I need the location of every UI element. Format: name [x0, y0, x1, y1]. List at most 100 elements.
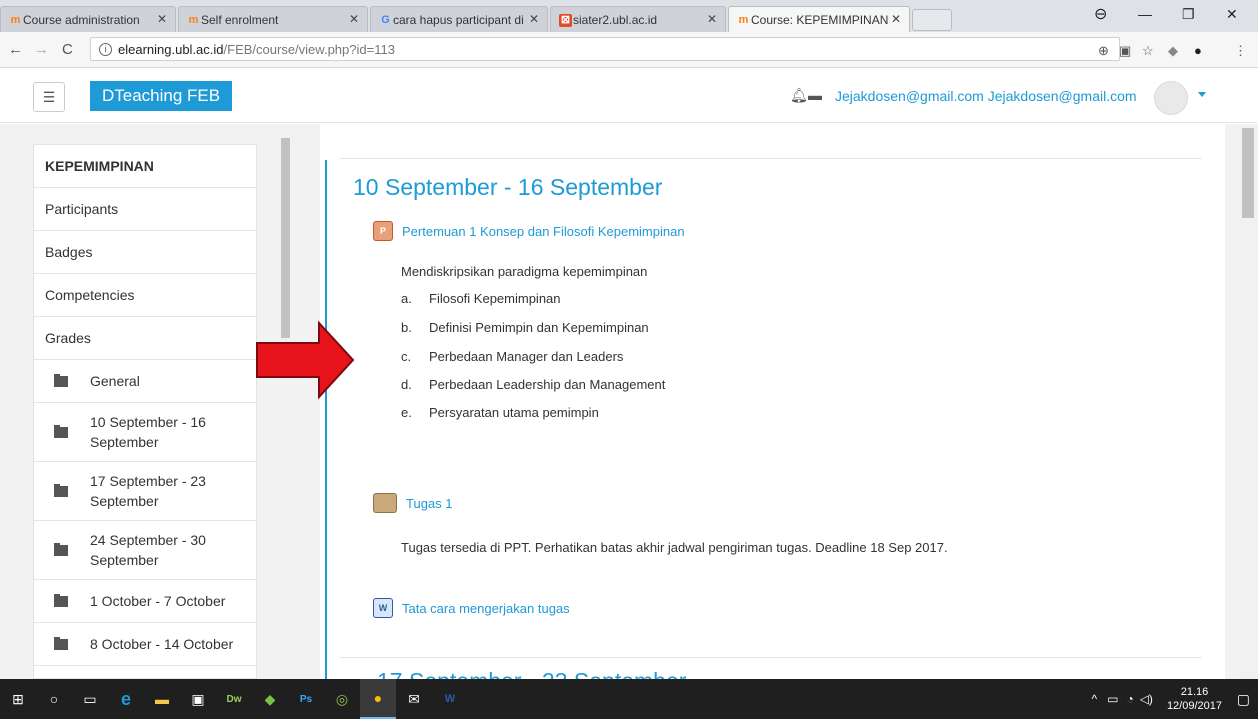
drawer-scrollbar-thumb[interactable] [281, 138, 290, 338]
activity-link[interactable]: Tata cara mengerjakan tugas [402, 601, 570, 616]
restore-icon[interactable]: ❐ [1182, 6, 1195, 23]
tab-course-kepemimpinan[interactable]: m Course: KEPEMIMPINAN ✕ [728, 6, 910, 32]
close-icon[interactable]: ✕ [349, 12, 359, 26]
close-icon[interactable]: ✕ [157, 12, 167, 26]
tab-self-enrolment[interactable]: m Self enrolment ✕ [178, 6, 368, 32]
drawer-course-title[interactable]: KEPEMIMPINAN [34, 145, 256, 188]
close-icon[interactable]: ✕ [529, 12, 539, 26]
next-section-title[interactable]: 17 September - 23 September [377, 668, 686, 679]
section-highlight-bar [325, 160, 327, 679]
mail-icon[interactable]: ✉ [396, 679, 432, 719]
section-title[interactable]: 10 September - 16 September [353, 174, 662, 201]
word-icon[interactable]: W [432, 679, 468, 719]
close-window-icon[interactable]: ✕ [1226, 6, 1238, 23]
list-item: d. Perbedaan Leadership dan Management [401, 377, 666, 392]
site-brand-link[interactable]: DTeaching FEB [90, 81, 233, 111]
volume-icon[interactable]: ◁) [1140, 692, 1153, 706]
activity-description: Tugas tersedia di PPT. Perhatikan batas … [401, 540, 948, 555]
drawer-section-week3[interactable]: 24 September - 30 September [34, 521, 256, 580]
extension-icon[interactable]: ● [1194, 43, 1202, 58]
drawer-item-competencies[interactable]: Competencies [34, 274, 256, 317]
activity-pertemuan-1[interactable]: P Pertemuan 1 Konsep dan Filosofi Kepemi… [373, 221, 685, 241]
drawer-item-badges[interactable]: Badges [34, 231, 256, 274]
file-explorer-icon[interactable]: ▬ [144, 679, 180, 719]
word-icon: W [373, 598, 393, 618]
time: 21.16 [1180, 686, 1209, 698]
site-navbar: ☰ DTeaching FEB 🔔︎ ▬ Jejakdosen@gmail.co… [0, 69, 1258, 123]
activity-tugas-1[interactable]: Tugas 1 [373, 493, 453, 513]
avatar[interactable] [1154, 81, 1188, 115]
activity-tata-cara[interactable]: W Tata cara mengerjakan tugas [373, 598, 570, 618]
system-tray: ^ ▭ ◔ ◁) 21.16 12/09/2017 [1091, 679, 1222, 719]
back-icon[interactable]: ← [8, 41, 23, 58]
photoshop-icon[interactable]: Ps [288, 679, 324, 719]
tab-title: cara hapus participant di [393, 12, 524, 27]
profile-icon[interactable]: ⊖ [1094, 4, 1107, 24]
course-content: 10 September - 16 September P Pertemuan … [320, 124, 1225, 679]
moodle-icon: m [188, 14, 199, 26]
forward-icon[interactable]: → [34, 41, 49, 58]
wifi-icon[interactable]: ◔ [1126, 692, 1133, 706]
edge-icon[interactable]: e [108, 679, 144, 719]
clock[interactable]: 21.16 12/09/2017 [1167, 685, 1222, 713]
nav-drawer: KEPEMIMPINAN Participants Badges Compete… [33, 144, 257, 679]
drawer-section-week4[interactable]: 1 October - 7 October [34, 580, 256, 623]
drawer-toggle-button[interactable]: ☰ [33, 82, 65, 112]
drawer-item-participants[interactable]: Participants [34, 188, 256, 231]
close-icon[interactable]: ✕ [891, 12, 901, 26]
reload-icon[interactable]: C [62, 41, 73, 58]
task-view-icon[interactable]: ▭ [72, 679, 108, 719]
list-item: c. Perbedaan Manager dan Leaders [401, 349, 624, 364]
android-icon[interactable]: ◎ [324, 679, 360, 719]
action-center-icon[interactable]: ▢ [1237, 691, 1250, 708]
minimize-icon[interactable]: — [1138, 6, 1152, 22]
close-icon[interactable]: ✕ [707, 12, 717, 26]
translate-icon[interactable]: ▣ [1119, 43, 1131, 59]
activity-link[interactable]: Tugas 1 [406, 496, 453, 511]
tab-google-search[interactable]: G cara hapus participant di ✕ [370, 6, 548, 32]
powerpoint-icon: P [373, 221, 393, 241]
info-icon[interactable]: i [99, 42, 112, 56]
search-icon[interactable]: ○ [36, 679, 72, 719]
zoom-icon[interactable]: ⊕ [1098, 43, 1109, 59]
moodle-icon: m [10, 14, 21, 26]
list-item: a. Filosofi Kepemimpinan [401, 291, 561, 306]
drawer-section-week1[interactable]: 10 September - 16 September [34, 403, 256, 462]
tab-title: Self enrolment [201, 12, 279, 27]
bookmark-star-icon[interactable]: ☆ [1142, 43, 1154, 59]
chevron-up-icon[interactable]: ^ [1091, 692, 1097, 706]
activity-link[interactable]: Pertemuan 1 Konsep dan Filosofi Kepemimp… [402, 224, 685, 239]
url-input[interactable]: i elearning.ubl.ac.id/FEB/course/view.ph… [90, 37, 1120, 61]
activity-description: Mendiskripsikan paradigma kepemimpinan [401, 264, 648, 279]
messages-icon[interactable]: ▬ [808, 87, 822, 103]
windows-start-icon[interactable]: ⊞ [0, 679, 36, 719]
moodle-icon: m [738, 14, 749, 26]
chevron-down-icon[interactable] [1198, 92, 1206, 97]
battery-icon[interactable]: ▭ [1107, 692, 1118, 706]
tab-title: Course: KEPEMIMPINAN [751, 12, 889, 27]
address-bar-row: ← → C i elearning.ubl.ac.id/FEB/course/v… [0, 32, 1258, 68]
drawer-section-general[interactable]: General [34, 360, 256, 403]
bluestacks-icon[interactable]: ◆ [252, 679, 288, 719]
google-icon: G [381, 14, 390, 26]
new-tab-button[interactable] [912, 9, 952, 31]
chrome-icon[interactable]: ● [360, 679, 396, 719]
drawer-section-week2[interactable]: 17 September - 23 September [34, 462, 256, 521]
tab-course-administration[interactable]: m Course administration ✕ [0, 6, 176, 32]
notification-bell-icon[interactable]: 🔔︎ [790, 87, 808, 104]
drawer-section-label: 8 October - 14 October [90, 636, 234, 652]
tab-title: siater2.ubl.ac.id [573, 12, 658, 27]
dreamweaver-icon[interactable]: Dw [216, 679, 252, 719]
user-name[interactable]: Jejakdosen@gmail.com Jejakdosen@gmail.co… [835, 88, 1137, 104]
drawer-section-week5[interactable]: 8 October - 14 October [34, 623, 256, 666]
extension-icon[interactable]: ◆ [1168, 43, 1178, 59]
tab-siater[interactable]: ⊠ siater2.ubl.ac.id ✕ [550, 6, 726, 32]
drawer-item-grades[interactable]: Grades [34, 317, 256, 360]
url-path: /FEB/course/view.php?id=113 [223, 41, 395, 57]
page-scrollbar-thumb[interactable] [1242, 128, 1254, 218]
menu-icon[interactable]: ⋮ [1234, 43, 1247, 59]
drawer-section-label: 17 September - 23 September [90, 473, 206, 509]
drawer-section-label: 1 October - 7 October [90, 593, 226, 609]
store-icon[interactable]: ▣ [180, 679, 216, 719]
list-item: e. Persyaratan utama pemimpin [401, 405, 599, 420]
